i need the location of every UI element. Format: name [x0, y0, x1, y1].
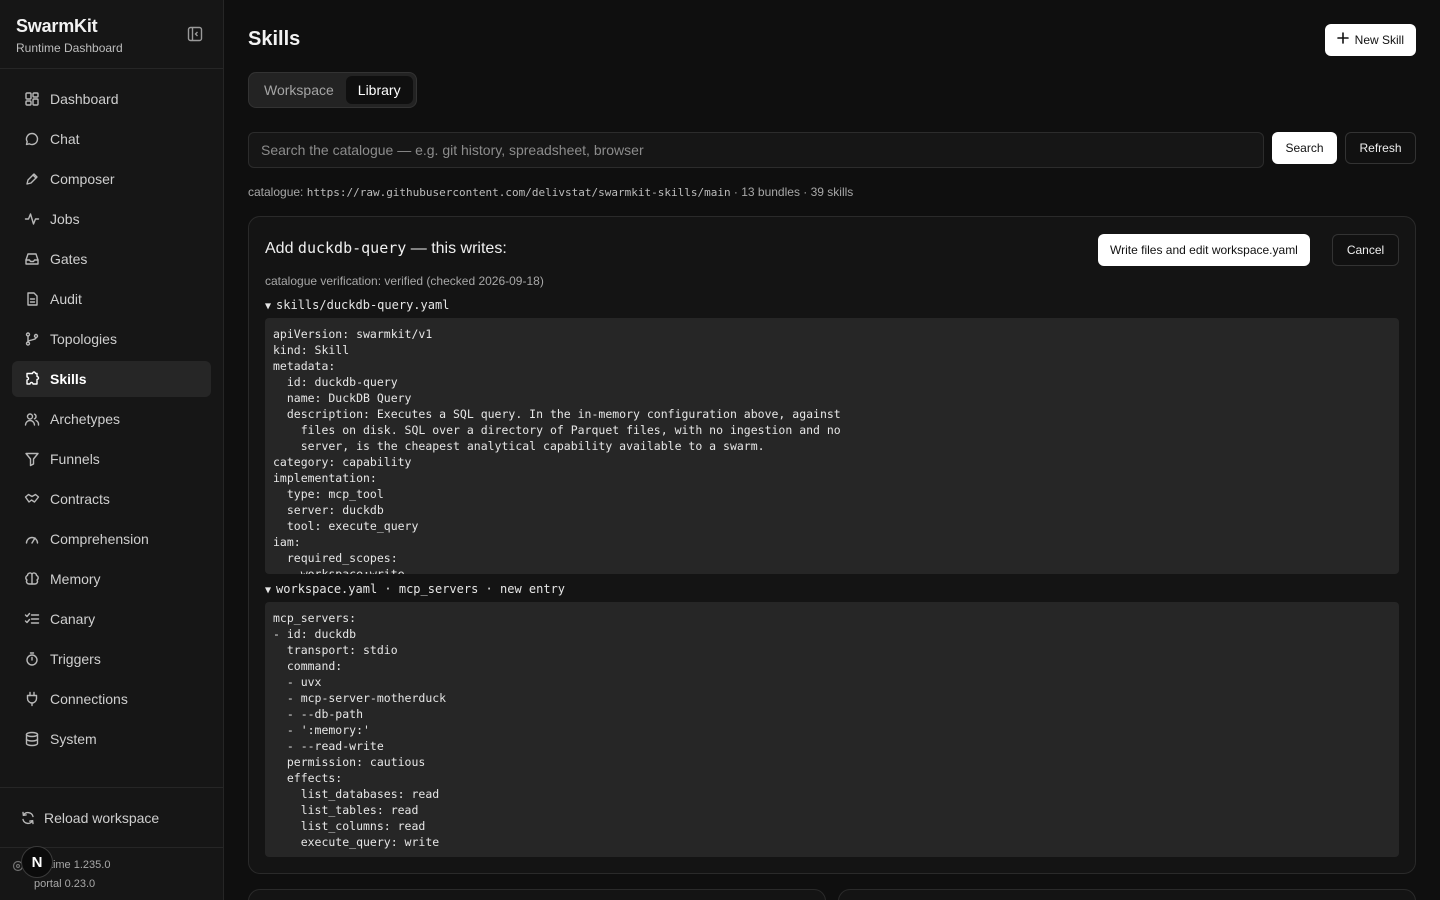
dialog-skill-id: duckdb-query	[297, 239, 407, 257]
sidebar-item-connections[interactable]: Connections	[12, 681, 211, 717]
dialog-title-suffix: — this writes:	[406, 240, 507, 257]
activity-icon	[24, 211, 40, 227]
reload-workspace-button[interactable]: Reload workspace	[0, 788, 223, 848]
sidebar-item-jobs[interactable]: Jobs	[12, 201, 211, 237]
triangle-down-icon: ▼	[265, 585, 272, 596]
gauge-icon	[24, 531, 40, 547]
sidebar-item-triggers[interactable]: Triggers	[12, 641, 211, 677]
plug-icon	[24, 691, 40, 707]
file2-code-block: mcp_servers: - id: duckdb transport: std…	[265, 602, 1399, 857]
timer-icon	[24, 651, 40, 667]
users-icon	[24, 411, 40, 427]
dashboard-icon	[24, 91, 40, 107]
sidebar-item-label: Jobs	[50, 211, 80, 227]
catalogue-prefix: catalogue:	[248, 185, 307, 199]
sidebar-item-composer[interactable]: Composer	[12, 161, 211, 197]
tab-library[interactable]: Library	[345, 76, 413, 104]
sidebar-item-label: Chat	[50, 131, 80, 147]
plus-icon	[1336, 32, 1349, 48]
sidebar-item-skills[interactable]: Skills	[12, 361, 211, 397]
refresh-icon	[20, 810, 36, 826]
sidebar-footer: Reload workspace runtime 1.235.0 portal …	[0, 787, 223, 894]
checklist-icon	[24, 611, 40, 627]
page-title: Skills	[248, 28, 301, 50]
file1-summary-toggle[interactable]: ▼ skills/duckdb-query.yaml	[265, 298, 449, 312]
sidebar-item-funnels[interactable]: Funnels	[12, 441, 211, 477]
inbox-icon	[24, 251, 40, 267]
add-skill-dialog: Add duckdb-query — this writes: Write fi…	[248, 216, 1416, 874]
collapse-sidebar-icon[interactable]	[187, 26, 203, 42]
sidebar-item-system[interactable]: System	[12, 721, 211, 757]
runtime-version: runtime 1.235.0	[34, 859, 111, 871]
triangle-down-icon: ▼	[265, 301, 272, 312]
sidebar-item-label: Funnels	[50, 451, 100, 467]
sidebar-item-label: Topologies	[50, 331, 117, 347]
tab-workspace[interactable]: Workspace	[252, 76, 346, 104]
sidebar-item-label: Dashboard	[50, 91, 119, 107]
new-skill-label: New Skill	[1354, 33, 1404, 47]
brand-header: SwarmKit Runtime Dashboard	[0, 0, 223, 69]
reload-workspace-label: Reload workspace	[44, 809, 160, 826]
filter-icon	[24, 451, 40, 467]
sidebar-item-audit[interactable]: Audit	[12, 281, 211, 317]
sidebar-item-topologies[interactable]: Topologies	[12, 321, 211, 357]
handshake-icon	[24, 491, 40, 507]
sidebar-item-label: Triggers	[50, 651, 101, 667]
chat-icon	[24, 131, 40, 147]
portal-version: portal 0.23.0	[34, 878, 96, 890]
sidebar-item-label: Skills	[50, 371, 87, 387]
file1-code-block: apiVersion: swarmkit/v1 kind: Skill meta…	[265, 318, 1399, 574]
sidebar-item-label: Comprehension	[50, 531, 149, 547]
sidebar: SwarmKit Runtime Dashboard Dashboard Chat…	[0, 0, 224, 900]
sidebar-item-gates[interactable]: Gates	[12, 241, 211, 277]
sidebar-item-memory[interactable]: Memory	[12, 561, 211, 597]
catalogue-search-input[interactable]	[248, 132, 1264, 168]
branch-icon	[24, 331, 40, 347]
catalogue-verification: catalogue verification: verified (checke…	[265, 274, 544, 288]
avatar[interactable]: N	[21, 846, 53, 878]
composer-icon	[24, 171, 40, 187]
sidebar-item-label: Contracts	[50, 491, 110, 507]
catalogue-stats: · 13 bundles · 39 skills	[730, 185, 854, 199]
sidebar-item-comprehension[interactable]: Comprehension	[12, 521, 211, 557]
new-skill-button[interactable]: New Skill	[1324, 24, 1416, 56]
search-button[interactable]: Search	[1272, 132, 1337, 164]
skill-card	[838, 889, 1416, 900]
sidebar-item-label: Gates	[50, 251, 88, 267]
sidebar-item-chat[interactable]: Chat	[12, 121, 211, 157]
audit-icon	[24, 291, 40, 307]
sidebar-nav: Dashboard Chat Composer Jobs Gates Audit Topol…	[0, 69, 223, 757]
sidebar-item-label: Connections	[50, 691, 128, 707]
dialog-title-prefix: Add	[265, 240, 298, 257]
brand-title: SwarmKit	[16, 16, 98, 36]
sidebar-item-contracts[interactable]: Contracts	[12, 481, 211, 517]
sidebar-item-label: System	[50, 731, 97, 747]
sidebar-item-label: Canary	[50, 611, 96, 627]
refresh-button[interactable]: Refresh	[1345, 132, 1416, 164]
file2-summary-label: workspace.yaml · mcp_servers · new entry	[276, 582, 566, 596]
cancel-button[interactable]: Cancel	[1332, 234, 1399, 266]
sidebar-item-label: Audit	[50, 291, 82, 307]
sidebar-item-label: Composer	[50, 171, 115, 187]
catalogue-url: https://raw.githubusercontent.com/delivs…	[306, 186, 731, 199]
brand-subtitle: Runtime Dashboard	[16, 41, 123, 55]
sidebar-item-dashboard[interactable]: Dashboard	[12, 81, 211, 117]
database-icon	[24, 731, 40, 747]
brain-icon	[24, 571, 40, 587]
file2-summary-toggle[interactable]: ▼ workspace.yaml · mcp_servers · new entr…	[265, 582, 565, 596]
tab-switcher: Workspace Library	[248, 72, 417, 108]
catalogue-info: catalogue: https://raw.githubusercontent…	[248, 185, 853, 199]
dialog-title: Add duckdb-query — this writes:	[265, 239, 507, 258]
file1-summary-label: skills/duckdb-query.yaml	[276, 298, 450, 312]
sidebar-item-archetypes[interactable]: Archetypes	[12, 401, 211, 437]
write-files-button[interactable]: Write files and edit workspace.yaml	[1098, 234, 1310, 266]
skill-card	[248, 889, 826, 900]
sidebar-item-label: Archetypes	[50, 411, 121, 427]
main-content: Skills New Skill Workspace Library Searc…	[224, 0, 1440, 900]
puzzle-icon	[24, 371, 40, 387]
sidebar-item-canary[interactable]: Canary	[12, 601, 211, 637]
sidebar-item-label: Memory	[50, 571, 101, 587]
